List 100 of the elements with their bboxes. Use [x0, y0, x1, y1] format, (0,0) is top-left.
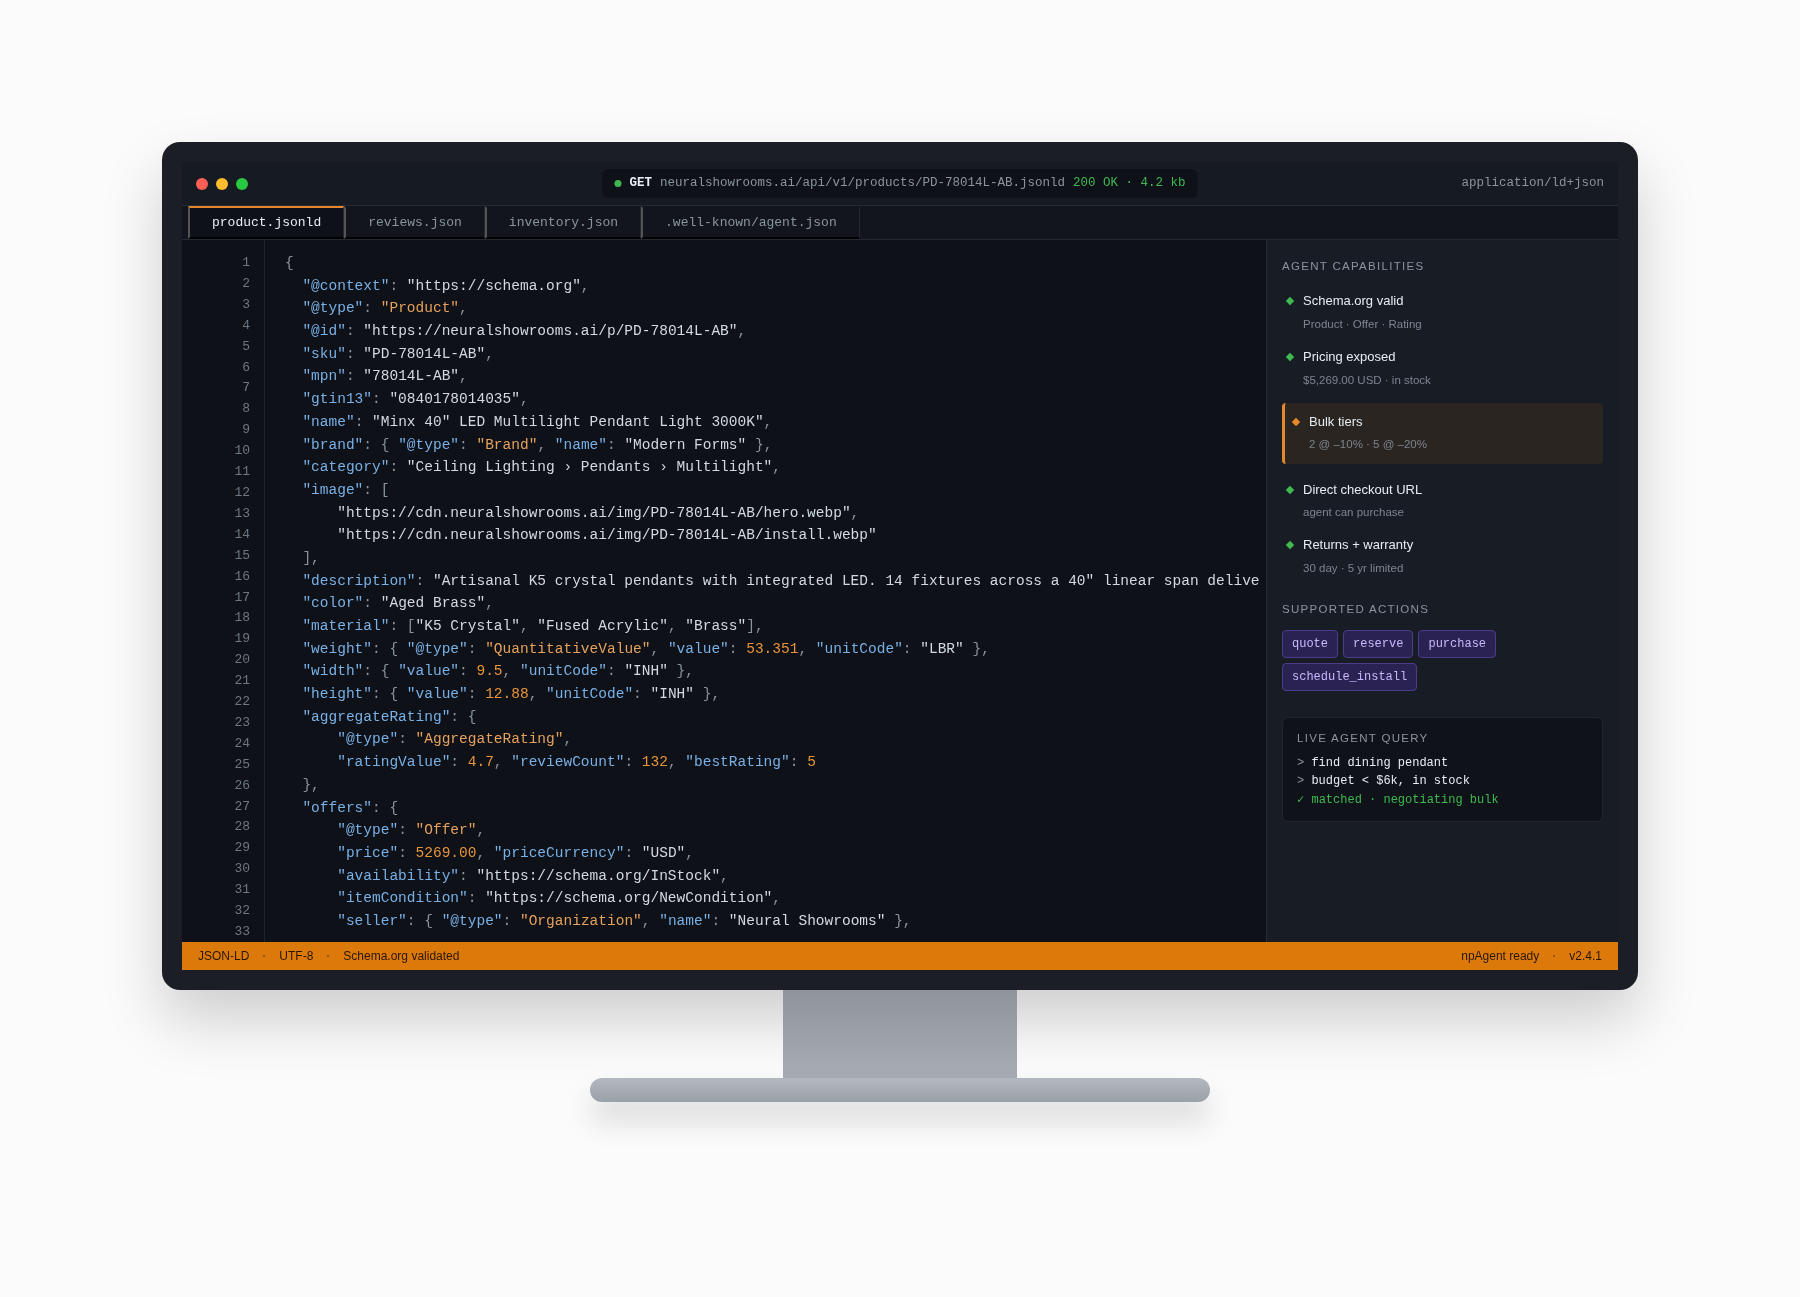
line-number: 29 — [233, 839, 250, 858]
line-number: 28 — [233, 818, 250, 837]
line-number: 25 — [233, 755, 250, 774]
capability-detail: Product · Offer · Rating — [1303, 316, 1422, 332]
line-number: 8 — [241, 400, 250, 419]
file-tab[interactable]: product.jsonld — [188, 206, 345, 239]
line-number: 6 — [241, 358, 250, 377]
line-number: 17 — [233, 588, 250, 607]
code-line: "https://cdn.neuralshowrooms.ai/img/PD-78014L-AB/install.webp" — [336, 526, 878, 546]
file-tab[interactable]: .well-known/agent.json — [641, 206, 860, 239]
section-heading: SUPPORTED ACTIONS — [1282, 602, 1431, 617]
line-number: 10 — [233, 442, 250, 461]
line-number: 19 — [233, 630, 250, 649]
line-number: 9 — [241, 421, 250, 440]
code-line: "brand": { "@type": "Brand", "name": "Modern Forms" }, — [301, 435, 774, 455]
code-line: "gtin13": "0840178014035", — [301, 390, 530, 410]
file-tab[interactable]: reviews.json — [344, 206, 485, 239]
line-number: 2 — [241, 274, 250, 293]
code-line: "name": "Minx 40" LED Multilight Pendant Light 3000K", — [301, 412, 774, 432]
line-number: 3 — [241, 295, 250, 314]
code-line: ], — [301, 548, 321, 568]
code-line: "sku": "PD-78014L-AB", — [301, 344, 495, 364]
capability-title: Returns + warranty — [1303, 536, 1414, 555]
capability-title: Pricing exposed — [1303, 348, 1397, 366]
line-number: 27 — [233, 797, 250, 816]
content-type: application/ld+json — [1461, 175, 1604, 193]
capability-detail: agent can purchase — [1303, 505, 1406, 520]
line-number: 15 — [233, 546, 250, 565]
code-line: "seller": { "@type": "Organization", "name": "Neural Showrooms" }, — [336, 911, 913, 931]
panel-heading: LIVE AGENT QUERY — [1297, 731, 1430, 747]
code-line: "description": "Artisanal K5 crystal pendants with integrated LED. 14 fixtures across a 40" linear span delive — [301, 571, 1261, 591]
action-chip[interactable]: purchase — [1418, 630, 1497, 659]
line-number: 24 — [233, 734, 250, 753]
code-line: "image": [ — [301, 480, 391, 500]
code-line: "width": { "value": 9.5, "unitCode": "INH" }, — [301, 662, 696, 682]
code-line: "https://cdn.neuralshowrooms.ai/img/PD-78014L-AB/hero.webp", — [336, 503, 861, 523]
code-line: "availability": "https://schema.org/InStock", — [336, 866, 730, 886]
capability-detail: 30 day · 5 yr limited — [1303, 560, 1405, 576]
code-line: "offers": { — [301, 798, 400, 818]
code-line: "@id": "https://neuralshowrooms.ai/p/PD-78014L-AB", — [301, 322, 748, 342]
line-number: 4 — [241, 316, 250, 335]
code-line: }, — [301, 775, 321, 795]
line-number: 12 — [233, 483, 250, 502]
action-chip[interactable]: schedule_install — [1282, 663, 1418, 692]
capability-title: Direct checkout URL — [1303, 480, 1423, 499]
code-line: "aggregateRating": { — [301, 707, 478, 727]
line-number: 7 — [241, 379, 250, 398]
code-line: "material": ["K5 Crystal", "Fused Acrylic", "Brass"], — [301, 617, 765, 636]
status-item: npAgent ready — [1461, 948, 1540, 965]
code-line: { — [285, 254, 295, 273]
code-line: "category": "Ceiling Lighting › Pendants › Multilight", — [301, 458, 782, 478]
line-number: 5 — [241, 337, 250, 356]
code-line: "@context": "https://schema.org", — [301, 276, 591, 296]
code-line: "itemCondition": "https://schema.org/NewCondition", — [336, 889, 782, 909]
line-number: 1 — [241, 254, 250, 272]
request-method: GET — [629, 175, 652, 193]
query-line: > budget < $6k, in stock — [1297, 773, 1471, 790]
close-icon[interactable] — [196, 177, 208, 190]
code-line: "weight": { "@type": "QuantitativeValue", "value": 53.351, "unitCode": "LBR" }, — [301, 639, 991, 659]
line-number: 14 — [233, 525, 250, 544]
code-line: "@type": "Offer", — [336, 821, 487, 841]
line-number: 13 — [233, 504, 250, 523]
line-number: 31 — [233, 881, 250, 900]
capability-detail: $5,269.00 USD · in stock — [1303, 372, 1431, 388]
response-status: 200 OK · 4.2 kb — [1073, 175, 1186, 193]
capability-detail: 2 @ –10% · 5 @ –20% — [1309, 437, 1427, 453]
action-chip[interactable]: quote — [1282, 630, 1338, 659]
status-dot-icon — [614, 180, 622, 187]
code-line: "color": "Aged Brass", — [301, 594, 495, 614]
line-number: 33 — [233, 923, 250, 941]
status-item: UTF-8 — [279, 948, 314, 965]
code-line: "ratingValue": 4.7, "reviewCount": 132, "bestRating": 5 — [336, 753, 817, 773]
maximize-icon[interactable] — [236, 177, 248, 190]
action-chip[interactable]: reserve — [1343, 630, 1414, 659]
line-number: 20 — [233, 651, 250, 670]
line-number: 21 — [233, 672, 250, 691]
minimize-icon[interactable] — [216, 177, 228, 190]
capability-title: Bulk tiers — [1309, 412, 1364, 431]
status-item: v2.4.1 — [1569, 948, 1602, 965]
code-line: "mpn": "78014L-AB", — [301, 367, 469, 387]
status-item: Schema.org validated — [343, 948, 460, 965]
query-line: > find dining pendant — [1297, 754, 1450, 772]
capability-title: Schema.org valid — [1303, 292, 1405, 311]
request-url: neuralshowrooms.ai/api/v1/products/PD-78014L-AB.jsonld — [659, 175, 1066, 193]
code-line: "height": { "value": 12.88, "unitCode": "INH" }, — [301, 685, 722, 705]
line-number: 16 — [233, 567, 250, 586]
file-tab[interactable]: inventory.json — [484, 206, 642, 239]
section-heading: AGENT CAPABILITIES — [1282, 259, 1426, 274]
code-line: "price": 5269.00, "priceCurrency": "USD", — [336, 843, 695, 863]
query-line: ✓ matched · negotiating bulk — [1297, 791, 1500, 809]
line-number: 11 — [233, 463, 250, 482]
line-number: 23 — [233, 713, 250, 732]
code-line: "@type": "AggregateRating", — [336, 730, 574, 750]
line-number: 26 — [233, 776, 250, 795]
status-item: JSON-LD — [198, 948, 250, 965]
line-number: 32 — [233, 902, 250, 921]
line-number: 30 — [233, 860, 250, 879]
line-number: 18 — [233, 609, 250, 628]
code-line: "@type": "Product", — [301, 299, 469, 319]
line-number: 22 — [233, 693, 250, 712]
